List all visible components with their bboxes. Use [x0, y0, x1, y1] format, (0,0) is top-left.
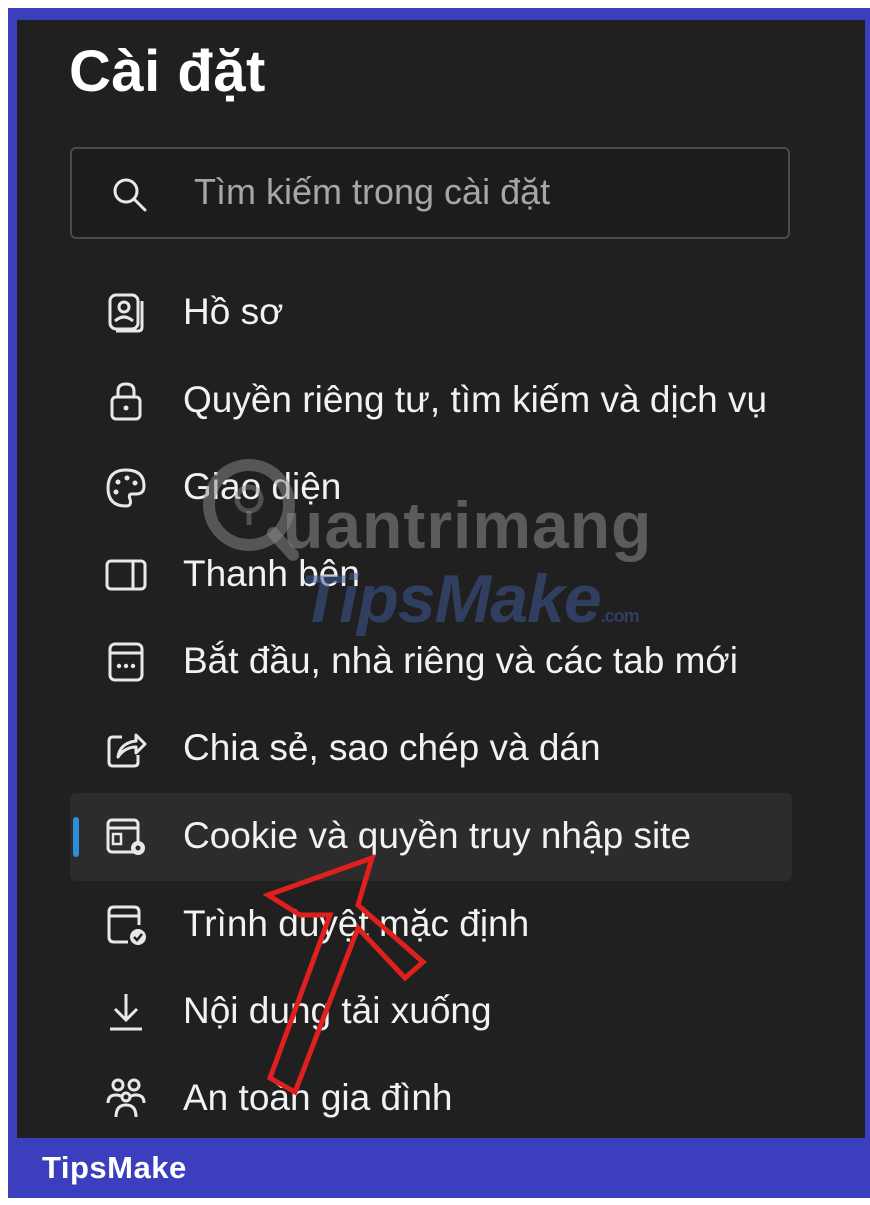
nav-item-profile[interactable]: Hồ sơ — [70, 269, 792, 357]
new-tab-page-icon — [108, 642, 144, 682]
nav-item-downloads[interactable]: Nội dung tải xuống — [70, 968, 792, 1056]
sidebar-icon — [105, 559, 147, 591]
search-input[interactable]: Tìm kiếm trong cài đặt — [70, 147, 790, 239]
nav-item-label: Giao diện — [183, 466, 342, 507]
family-icon — [106, 1078, 146, 1118]
download-icon — [110, 994, 142, 1031]
site-permissions-icon — [106, 818, 145, 855]
nav-item-share-copy-paste[interactable]: Chia sẻ, sao chép và dán — [70, 705, 792, 793]
default-browser-icon — [107, 905, 146, 945]
nav-item-start-home-new-tab[interactable]: Bắt đầu, nhà riêng và các tab mới — [70, 618, 792, 706]
profile-icon — [108, 293, 144, 333]
nav-item-label: Nội dung tải xuống — [183, 990, 492, 1031]
nav-item-label: Hồ sơ — [183, 291, 284, 332]
palette-icon — [106, 468, 146, 508]
nav-item-label: Trình duyệt mặc định — [183, 903, 530, 944]
selected-indicator — [73, 817, 79, 857]
share-icon — [107, 733, 147, 768]
nav-item-cookies-site-permissions[interactable]: Cookie và quyền truy nhập site — [70, 793, 792, 881]
footer-brand: TipsMake — [42, 1150, 187, 1185]
page-title: Cài đặt — [69, 39, 266, 104]
nav-item-default-browser[interactable]: Trình duyệt mặc định — [70, 881, 792, 969]
nav-item-label: Quyền riêng tư, tìm kiếm và dịch vụ — [183, 379, 768, 420]
lock-icon — [110, 382, 142, 421]
nav-item-label: Bắt đầu, nhà riêng và các tab mới — [183, 640, 738, 681]
search-placeholder: Tìm kiếm trong cài đặt — [194, 171, 551, 212]
nav-item-label: Thanh bên — [183, 553, 360, 594]
nav-item-privacy[interactable]: Quyền riêng tư, tìm kiếm và dịch vụ — [70, 357, 792, 445]
nav-item-label: Chia sẻ, sao chép và dán — [183, 727, 601, 768]
nav-item-family-safety[interactable]: An toàn gia đình — [70, 1055, 792, 1138]
search-icon — [113, 178, 147, 212]
nav-item-label: Cookie và quyền truy nhập site — [183, 815, 692, 856]
nav-item-label: An toàn gia đình — [183, 1077, 453, 1118]
nav-item-appearance[interactable]: Giao diện — [70, 444, 792, 532]
nav-item-sidebar[interactable]: Thanh bên — [70, 531, 792, 619]
settings-panel: Cài đặt Tìm kiếm trong cài đặt Hồ sơ Quy… — [17, 20, 865, 1138]
